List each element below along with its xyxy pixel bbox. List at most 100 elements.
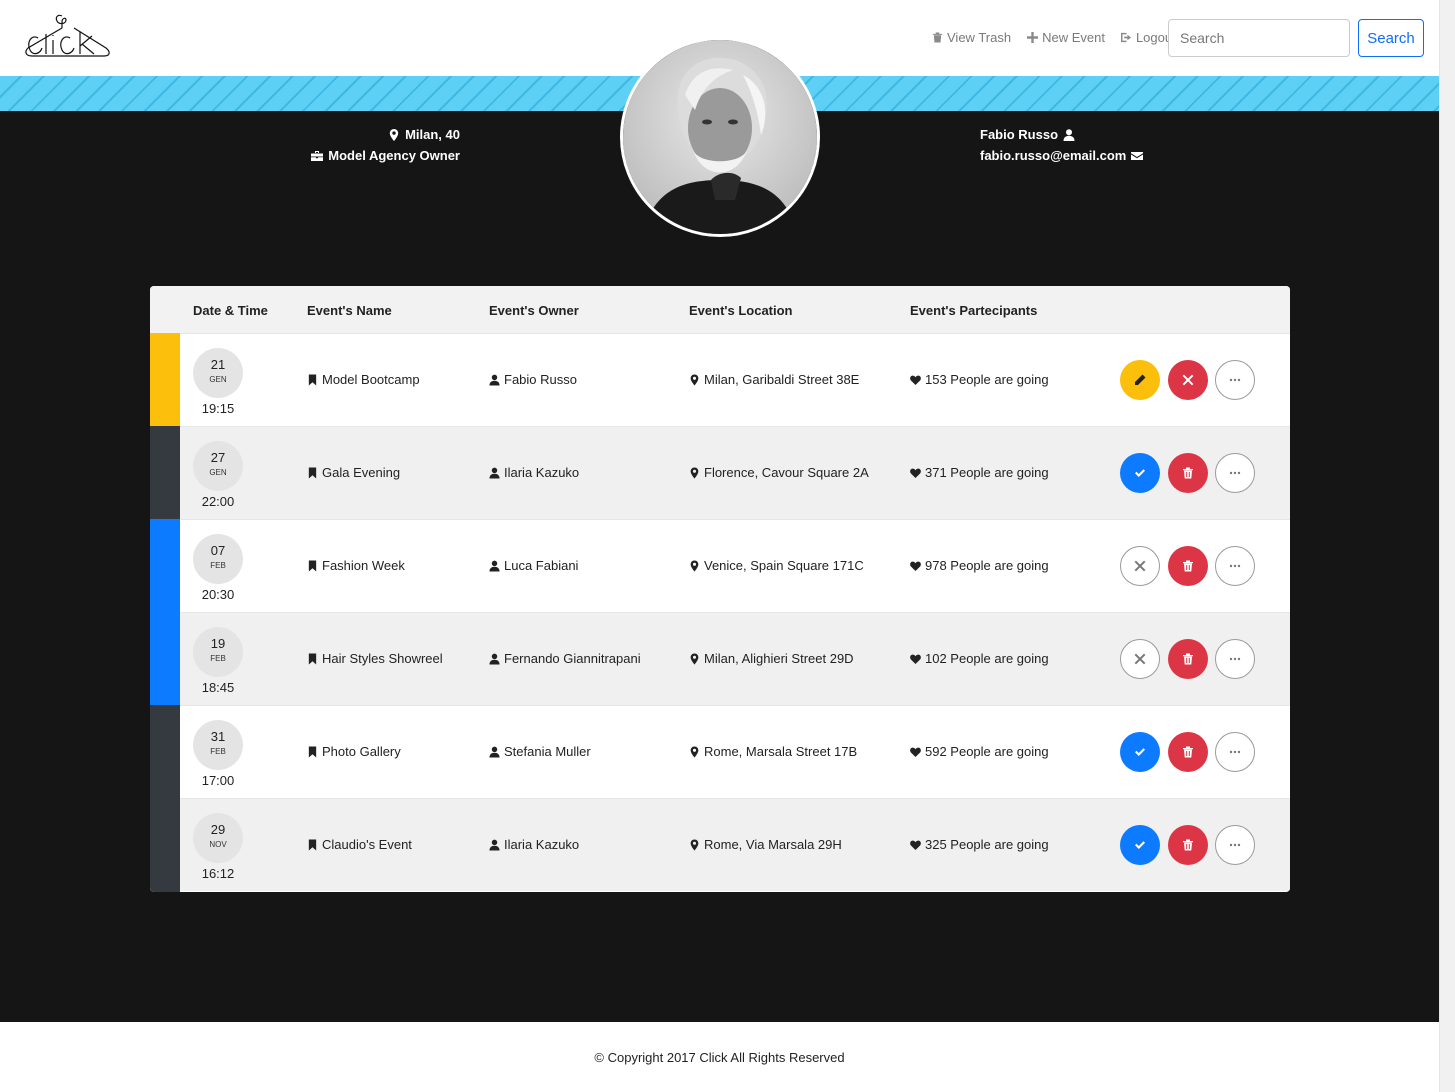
- more-icon: [1229, 471, 1241, 475]
- profile-avatar: [620, 37, 820, 237]
- table-body: 21 GEN 19:15 Model Bootcamp Fabio Russo …: [150, 333, 1290, 892]
- event-participants: 371 People are going: [910, 465, 1049, 480]
- check-icon: [1135, 841, 1145, 849]
- event-name[interactable]: Gala Evening: [307, 465, 400, 480]
- cancel-event-button[interactable]: [1168, 360, 1208, 400]
- profile-job-text: Model Agency Owner: [328, 148, 460, 163]
- avatar-portrait: [623, 40, 817, 234]
- event-time: 17:00: [201, 773, 235, 788]
- search-button[interactable]: Search: [1358, 19, 1424, 57]
- copyright-text: © Copyright 2017 Click All Rights Reserv…: [594, 1050, 845, 1065]
- heart-icon: [910, 654, 921, 664]
- user-icon: [489, 374, 500, 385]
- event-name-text: Photo Gallery: [322, 744, 401, 759]
- not-joined-button[interactable]: [1120, 546, 1160, 586]
- delete-button[interactable]: [1168, 732, 1208, 772]
- event-owner-text: Fabio Russo: [504, 372, 577, 387]
- view-trash-link[interactable]: View Trash: [932, 30, 1011, 45]
- joined-button[interactable]: [1120, 453, 1160, 493]
- row-accent: [150, 798, 180, 892]
- joined-button[interactable]: [1120, 732, 1160, 772]
- event-location: Florence, Cavour Square 2A: [689, 465, 869, 480]
- user-icon: [489, 746, 500, 757]
- profile-name-text: Fabio Russo: [980, 127, 1059, 142]
- event-participants: 592 People are going: [910, 744, 1049, 759]
- heart-icon: [910, 840, 921, 850]
- click-logo[interactable]: [22, 12, 112, 60]
- close-icon: [1134, 560, 1146, 572]
- new-event-label: New Event: [1042, 30, 1105, 45]
- event-participants-text: 371 People are going: [925, 465, 1049, 480]
- trash-icon: [1183, 839, 1193, 851]
- event-owner: Stefania Muller: [489, 744, 591, 759]
- profile-email: fabio.russo@email.com: [980, 145, 1240, 166]
- user-icon: [489, 467, 500, 478]
- more-options-button[interactable]: [1215, 639, 1255, 679]
- event-location-text: Milan, Alighieri Street 29D: [704, 651, 854, 666]
- date-day: 07: [210, 543, 226, 558]
- event-location-text: Rome, Via Marsala 29H: [704, 837, 842, 852]
- bookmark-icon: [308, 374, 317, 385]
- event-location-text: Florence, Cavour Square 2A: [704, 465, 869, 480]
- event-name[interactable]: Fashion Week: [307, 558, 405, 573]
- user-icon: [489, 560, 500, 571]
- event-time: 18:45: [201, 680, 235, 695]
- new-event-link[interactable]: New Event: [1027, 30, 1105, 45]
- event-name-text: Model Bootcamp: [322, 372, 420, 387]
- table-row: 21 GEN 19:15 Model Bootcamp Fabio Russo …: [150, 333, 1290, 427]
- edit-button[interactable]: [1120, 360, 1160, 400]
- table-row: 27 GEN 22:00 Gala Evening Ilaria Kazuko …: [150, 426, 1290, 520]
- more-options-button[interactable]: [1215, 360, 1255, 400]
- date-month: FEB: [210, 561, 226, 570]
- row-accent: [150, 333, 180, 427]
- event-location: Milan, Alighieri Street 29D: [689, 651, 854, 666]
- event-name[interactable]: Hair Styles Showreel: [307, 651, 443, 666]
- user-icon: [489, 839, 500, 850]
- map-marker-icon: [690, 653, 699, 664]
- event-time: 16:12: [201, 866, 235, 881]
- more-icon: [1229, 378, 1241, 382]
- map-marker-icon: [690, 374, 699, 385]
- event-location: Rome, Via Marsala 29H: [689, 837, 842, 852]
- date-badge: 07 FEB: [193, 534, 243, 584]
- event-location-text: Rome, Marsala Street 17B: [704, 744, 858, 759]
- event-owner: Ilaria Kazuko: [489, 837, 579, 852]
- event-name[interactable]: Model Bootcamp: [307, 372, 420, 387]
- more-options-button[interactable]: [1215, 825, 1255, 865]
- delete-button[interactable]: [1168, 453, 1208, 493]
- event-owner-text: Ilaria Kazuko: [504, 837, 580, 852]
- briefcase-icon: [311, 150, 324, 161]
- row-accent: [150, 705, 180, 799]
- date-month: FEB: [210, 654, 226, 663]
- header-location: Event's Location: [689, 303, 793, 318]
- event-owner-text: Luca Fabiani: [504, 558, 579, 573]
- logout-icon: [1120, 32, 1132, 43]
- event-participants-text: 102 People are going: [925, 651, 1049, 666]
- header-name: Event's Name: [307, 303, 392, 318]
- delete-button[interactable]: [1168, 546, 1208, 586]
- event-owner-text: Fernando Giannitrapani: [504, 651, 641, 666]
- event-owner: Luca Fabiani: [489, 558, 578, 573]
- delete-button[interactable]: [1168, 825, 1208, 865]
- event-name[interactable]: Photo Gallery: [307, 744, 401, 759]
- search-input[interactable]: [1168, 19, 1350, 57]
- not-joined-button[interactable]: [1120, 639, 1160, 679]
- event-owner-text: Stefania Muller: [504, 744, 591, 759]
- close-icon: [1134, 653, 1146, 665]
- event-location: Rome, Marsala Street 17B: [689, 744, 857, 759]
- scrollbar[interactable]: [1439, 0, 1455, 1092]
- more-options-button[interactable]: [1215, 732, 1255, 772]
- row-accent: [150, 519, 180, 613]
- trash-icon: [1183, 653, 1193, 665]
- pencil-icon: [1135, 374, 1146, 385]
- more-options-button[interactable]: [1215, 453, 1255, 493]
- date-day: 31: [210, 729, 226, 744]
- event-participants-text: 978 People are going: [925, 558, 1049, 573]
- heart-icon: [910, 468, 921, 478]
- delete-button[interactable]: [1168, 639, 1208, 679]
- more-options-button[interactable]: [1215, 546, 1255, 586]
- joined-button[interactable]: [1120, 825, 1160, 865]
- date-badge: 21 GEN: [193, 348, 243, 398]
- event-name[interactable]: Claudio's Event: [307, 837, 412, 852]
- date-badge: 31 FEB: [193, 720, 243, 770]
